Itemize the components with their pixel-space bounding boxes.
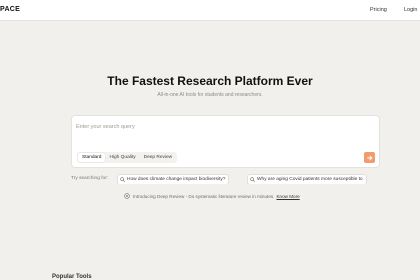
- search-mode-selector: Standard High Quality Deep Review: [77, 152, 178, 163]
- search-icon: [250, 177, 255, 182]
- search-input[interactable]: [76, 120, 366, 134]
- nav-login-link[interactable]: Login: [404, 7, 417, 13]
- hero-subtitle: All-in-one AI tools for students and res…: [157, 92, 263, 98]
- arrow-right-icon: [366, 155, 372, 160]
- suggestion-chip[interactable]: Why are aging Covid patients more suscep…: [247, 174, 367, 184]
- nav-pricing-link[interactable]: Pricing: [370, 7, 387, 13]
- popular-tools-heading: Popular Tools: [52, 274, 92, 280]
- top-navigation-bar: PACE Pricing Login: [0, 0, 420, 21]
- hero-title: The Fastest Research Platform Ever: [107, 74, 313, 88]
- mode-standard-button[interactable]: Standard: [78, 153, 106, 162]
- announcement-text: Introducing Deep Review - Do systematic …: [133, 193, 275, 199]
- mode-high-quality-button[interactable]: High Quality: [105, 153, 139, 162]
- brand-logo[interactable]: PACE: [0, 6, 20, 13]
- search-suggestions: Try searching for: How does climate chan…: [71, 174, 420, 184]
- know-more-link[interactable]: Know More: [276, 194, 299, 199]
- info-icon: [124, 193, 130, 199]
- suggestion-chip-label: Why are aging Covid patients more suscep…: [257, 177, 363, 182]
- search-panel: Standard High Quality Deep Review: [71, 115, 380, 168]
- search-icon: [120, 177, 125, 182]
- suggestion-chip-label: How does climate change impact biodivers…: [127, 177, 226, 182]
- announcement-banner: Introducing Deep Review - Do systematic …: [124, 192, 300, 200]
- suggestion-chip[interactable]: How does climate change impact biodivers…: [117, 174, 230, 184]
- search-submit-button[interactable]: [364, 152, 375, 163]
- suggestions-label: Try searching for:: [71, 176, 109, 181]
- mode-deep-review-button[interactable]: Deep Review: [140, 153, 177, 162]
